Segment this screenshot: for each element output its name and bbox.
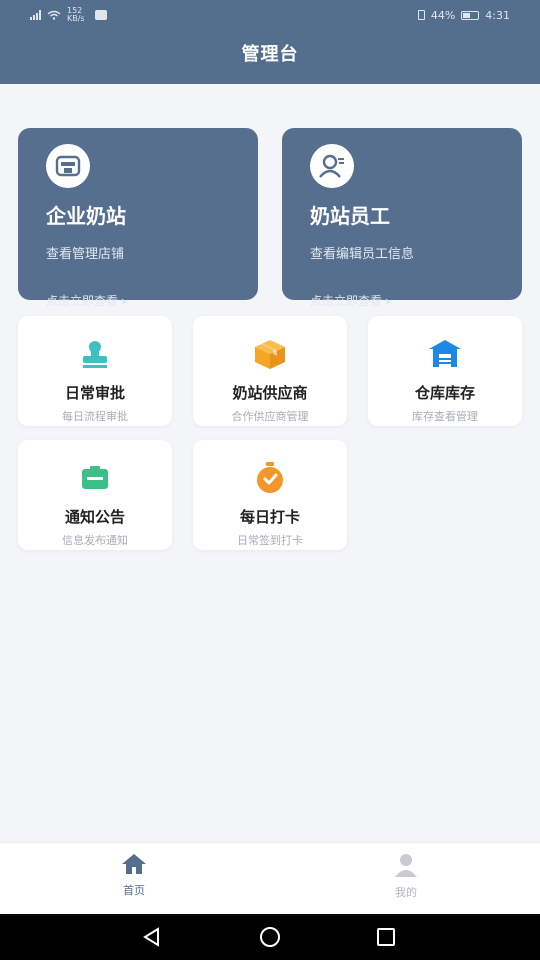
tab-label: 我的 <box>395 886 417 899</box>
tile-subtitle: 每日流程审批 <box>62 410 128 423</box>
tile-daily-checkin[interactable]: 每日打卡 日常签到打卡 <box>193 440 347 550</box>
tile-warehouse-stock[interactable]: 仓库库存 库存查看管理 <box>368 316 522 426</box>
card-title: 企业奶站 <box>46 204 126 228</box>
notice-icon <box>75 458 115 498</box>
network-speed: 152 KB/s <box>67 6 85 23</box>
tile-subtitle: 合作供应商管理 <box>231 410 309 423</box>
card-station-employee[interactable]: 奶站员工 查看编辑员工信息 点击立即查看 ▸ <box>282 128 522 308</box>
tile-subtitle: 日常签到打卡 <box>237 534 303 547</box>
employee-icon <box>310 144 354 188</box>
wifi-icon <box>47 10 61 20</box>
battery-icon <box>461 10 480 20</box>
system-nav-bar <box>0 914 540 960</box>
recents-icon[interactable] <box>374 925 398 949</box>
card-cta-link[interactable]: 点击立即查看 ▸ <box>310 292 494 309</box>
tile-subtitle: 库存查看管理 <box>412 410 478 423</box>
tile-title: 仓库库存 <box>414 384 475 402</box>
bottom-tab-bar: 首页 我的 <box>0 842 540 914</box>
home-icon <box>122 854 146 874</box>
card-subtitle: 查看管理店铺 <box>46 247 125 262</box>
tab-label: 首页 <box>123 884 145 897</box>
notification-icon <box>95 10 107 20</box>
card-subtitle: 查看编辑员工信息 <box>310 247 415 262</box>
clock: 4:31 <box>485 8 510 22</box>
home-circle-icon[interactable] <box>258 925 282 949</box>
back-icon[interactable] <box>140 925 164 949</box>
tile-notice[interactable]: 通知公告 信息发布通知 <box>18 440 172 550</box>
store-icon <box>46 144 90 188</box>
clock-in-icon <box>250 458 290 498</box>
status-bar: 152 KB/s 44% 4:31 <box>0 0 540 30</box>
tile-daily-approval[interactable]: 日常审批 每日流程审批 <box>18 316 172 426</box>
approval-icon <box>75 334 115 374</box>
tile-subtitle: 信息发布通知 <box>62 534 128 547</box>
card-enterprise-station[interactable]: 企业奶站 查看管理店铺 点击立即查看 ▸ <box>18 128 258 308</box>
cell-signal-icon <box>30 10 41 20</box>
warehouse-icon <box>425 334 465 374</box>
page-title: 管理台 <box>241 44 299 65</box>
tile-station-supplier[interactable]: 奶站供应商 合作供应商管理 <box>193 316 347 426</box>
card-cta-link[interactable]: 点击立即查看 ▸ <box>46 292 230 309</box>
tile-title: 奶站供应商 <box>232 384 308 402</box>
box-icon <box>250 334 290 374</box>
battery-percent: 44% <box>430 8 456 22</box>
tile-title: 每日打卡 <box>239 508 300 526</box>
tile-title: 日常审批 <box>64 384 125 402</box>
tab-mine[interactable]: 我的 <box>376 853 436 900</box>
tile-title: 通知公告 <box>64 508 125 526</box>
app-header: 152 KB/s 44% 4:31 管理台 <box>0 0 540 84</box>
tab-home[interactable]: 首页 <box>104 853 164 898</box>
vibrate-icon <box>417 10 425 20</box>
card-title: 奶站员工 <box>310 204 390 228</box>
user-icon <box>395 854 417 877</box>
